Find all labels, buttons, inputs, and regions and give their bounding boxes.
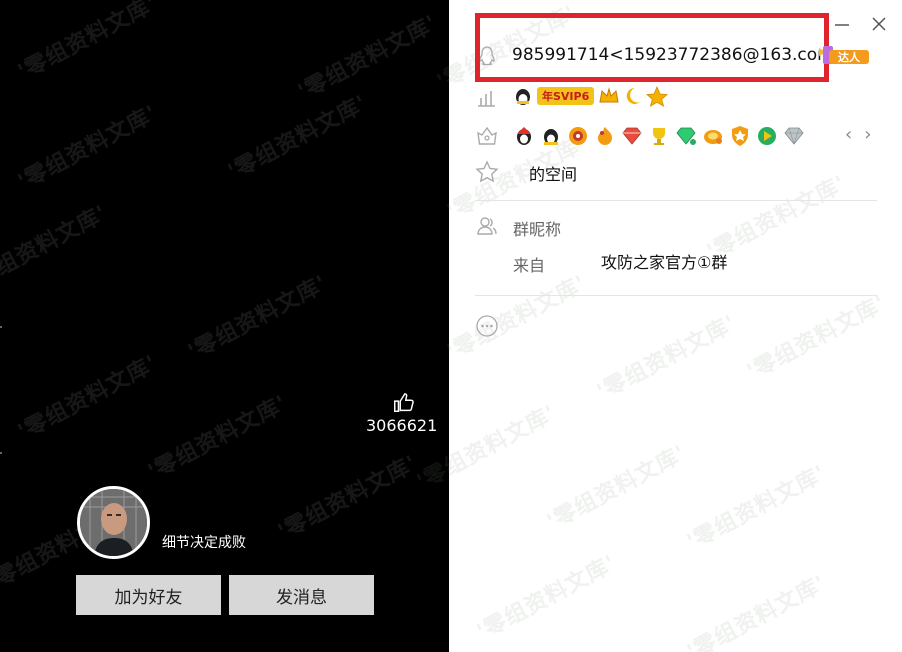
profile-info-panel: '零组资料文库' '零组资料文库' '零组资料文库' '零组资料文库' '零组资… xyxy=(413,0,902,652)
minimize-icon[interactable] xyxy=(832,14,852,34)
level-icon xyxy=(478,91,495,107)
add-friend-button[interactable]: 加为好友 xyxy=(76,575,221,615)
moon-icon[interactable] xyxy=(622,86,642,106)
star-level-icon[interactable] xyxy=(646,85,669,107)
from-group-value[interactable]: 攻防之家官方①群 xyxy=(601,249,727,273)
highlight-box xyxy=(475,13,829,82)
qzone-link[interactable]: 的空间 xyxy=(529,161,577,185)
penguin-vip-icon xyxy=(513,86,533,106)
ruby-icon[interactable] xyxy=(621,125,643,147)
signature-text: 细节决定成败 xyxy=(162,535,246,551)
watermark: '零组资料文库' xyxy=(543,441,691,536)
video-icon[interactable] xyxy=(756,125,778,147)
more-icon[interactable] xyxy=(475,314,499,338)
divider xyxy=(475,200,877,201)
green-gem-icon[interactable] xyxy=(675,125,697,147)
watermark: '零组资料文库' xyxy=(593,311,741,406)
gold-icon[interactable] xyxy=(702,125,724,147)
watermark: '零组资料文库' xyxy=(294,11,442,106)
shield-icon[interactable] xyxy=(729,125,751,147)
avatar[interactable] xyxy=(77,486,150,559)
watermark: '零组资料文库' xyxy=(683,461,831,556)
watermark: '零组资料文库' xyxy=(443,271,591,366)
crown-icon[interactable] xyxy=(598,86,619,106)
svip-badge[interactable]: 年SVIP6 xyxy=(537,87,595,105)
thumbs-up-icon[interactable] xyxy=(392,392,414,414)
vip-badges: 年SVIP6 xyxy=(513,85,669,107)
group-user-icon xyxy=(477,217,497,235)
watermark: '零组资料文库' xyxy=(224,91,372,186)
divider xyxy=(475,295,877,296)
qq-game-icon[interactable] xyxy=(513,125,535,147)
fire-game-icon[interactable] xyxy=(594,125,616,147)
trophy-icon[interactable] xyxy=(648,125,670,147)
send-message-button[interactable]: 发消息 xyxy=(229,575,374,615)
watermark: '零组资料文库' xyxy=(14,101,162,196)
watermark: '零组资料文库' xyxy=(14,351,162,446)
from-label: 来自 xyxy=(513,256,546,275)
daren-badge-label: 达人 xyxy=(838,50,861,64)
group-nick-label: 群昵称 xyxy=(513,220,562,239)
badge-house-icon xyxy=(477,126,497,145)
icons-pager: ‹ › xyxy=(845,124,871,145)
watermark: '零组资料文库' xyxy=(0,201,112,296)
likes-count: 3066621 xyxy=(366,416,438,435)
like-area[interactable]: 3066621 xyxy=(366,392,438,435)
chevron-right-icon[interactable]: › xyxy=(864,124,871,145)
penguin-game-icon[interactable] xyxy=(540,125,562,147)
star-icon xyxy=(475,160,499,183)
watermark: '零组资料文库' xyxy=(743,291,891,386)
face-game-icon[interactable] xyxy=(567,125,589,147)
edge-marker xyxy=(0,452,2,454)
watermark: '零组资料文库' xyxy=(184,271,332,366)
game-icons-row xyxy=(513,125,805,147)
watermark: '零组资料文库' xyxy=(683,571,831,652)
close-icon[interactable] xyxy=(869,14,889,34)
watermark: '零组资料文库' xyxy=(274,451,422,546)
daren-badge-icon: 达人 xyxy=(819,46,869,64)
chevron-left-icon[interactable]: ‹ xyxy=(845,124,852,145)
profile-cover-panel: '零组资料文库' '零组资料文库' '零组资料文库' '零组资料文库' '零组资… xyxy=(0,0,449,652)
avatar-photo xyxy=(80,489,147,556)
watermark: '零组资料文库' xyxy=(144,391,292,486)
watermark: '零组资料文库' xyxy=(14,0,162,86)
edge-marker xyxy=(0,326,2,328)
watermark: '零组资料文库' xyxy=(473,551,621,646)
diamond-icon[interactable] xyxy=(783,125,805,147)
